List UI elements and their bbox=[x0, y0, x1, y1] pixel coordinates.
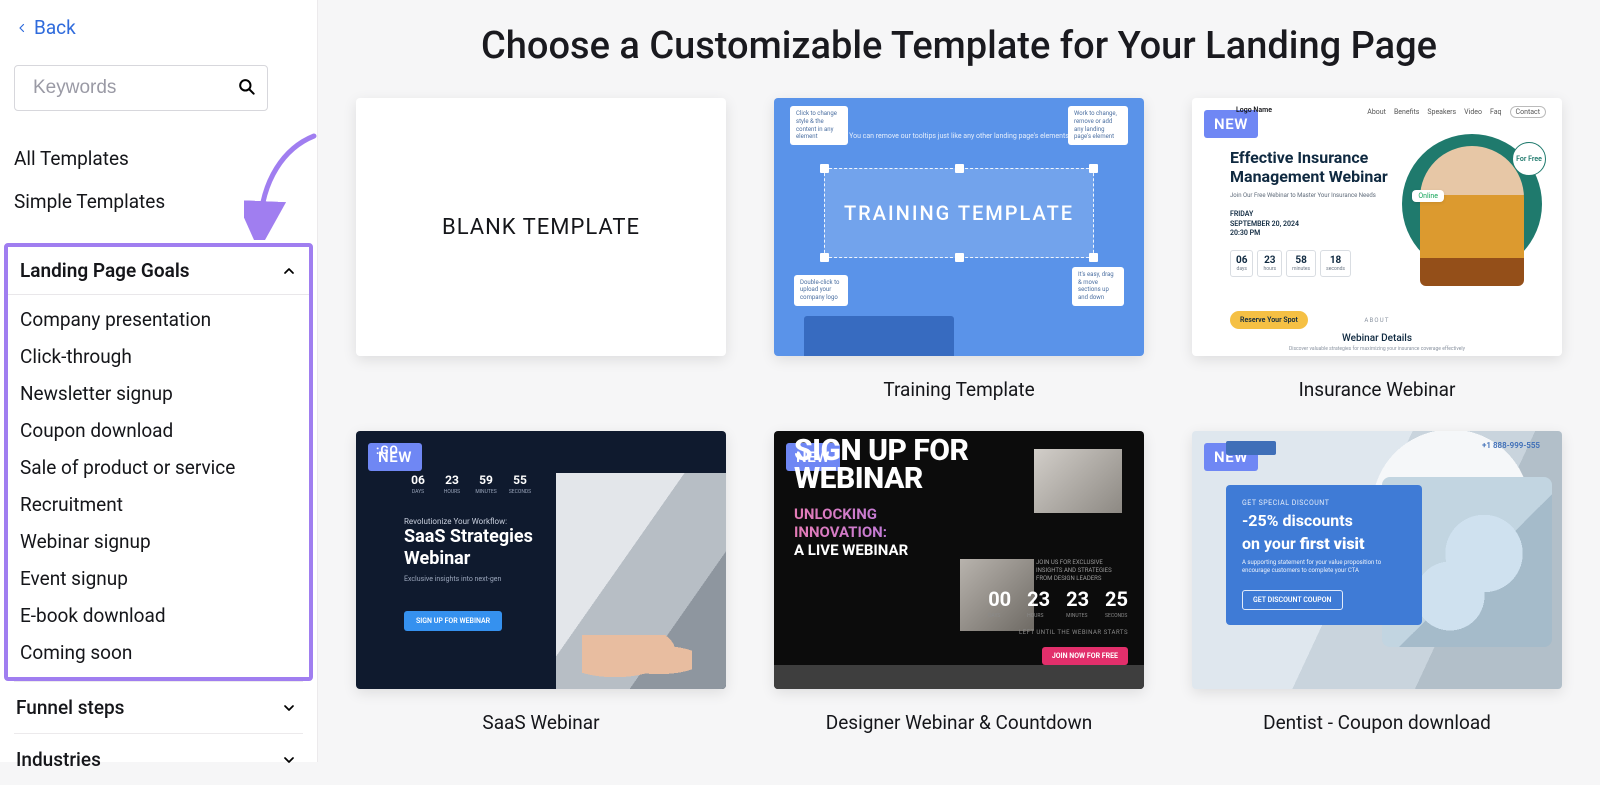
section-funnel-steps[interactable]: Funnel steps bbox=[14, 681, 303, 733]
goal-ebook-download[interactable]: E-book download bbox=[20, 597, 309, 634]
thumb-countdown: 06days 23hours 58minutes 18seconds bbox=[1230, 250, 1390, 277]
nav-simple-templates[interactable]: Simple Templates bbox=[14, 180, 303, 223]
section-landing-goals: Landing Page Goals Company presentation … bbox=[4, 243, 313, 681]
card-designer: NEW SIGN UP FOR WEBINAR UNLOCKING INNOVA… bbox=[774, 431, 1144, 734]
thumb-cta: JOIN NOW FOR FREE bbox=[1042, 647, 1128, 665]
section-title: Funnel steps bbox=[16, 696, 124, 719]
thumb-blank-label: BLANK TEMPLATE bbox=[442, 215, 640, 240]
card-training: Click to change style & the content in a… bbox=[774, 98, 1144, 401]
sidebar: Back All Templates Simple Templates Land… bbox=[0, 0, 318, 762]
search-icon bbox=[237, 77, 257, 97]
thumb-training-label: TRAINING TEMPLATE bbox=[844, 201, 1074, 225]
thumb-details: Webinar Details Discover valuable strate… bbox=[1192, 333, 1562, 352]
section-title: Industries bbox=[16, 748, 101, 771]
card-insurance: NEW Logo Name About Benefits Speakers Vi… bbox=[1192, 98, 1562, 401]
thumb-strip bbox=[774, 665, 1144, 689]
editor-toolbar bbox=[804, 316, 954, 356]
search-wrap bbox=[14, 65, 303, 111]
thumb-cta: SIGN UP FOR WEBINAR bbox=[404, 611, 502, 631]
card-saas: NEW :GO 06DAYS 23HOURS 59MINUTES 55SECON… bbox=[356, 431, 726, 734]
sidebar-nav: All Templates Simple Templates bbox=[14, 137, 303, 223]
thumb-free-badge: For Free bbox=[1512, 142, 1546, 176]
thumb-nav: About Benefits Speakers Video Faq Contac… bbox=[1242, 106, 1546, 118]
goal-webinar-signup[interactable]: Webinar signup bbox=[20, 523, 309, 560]
goal-click-through[interactable]: Click-through bbox=[20, 338, 309, 375]
goal-recruitment[interactable]: Recruitment bbox=[20, 486, 309, 523]
chevron-up-icon bbox=[281, 263, 297, 279]
thumb-copy: Effective Insurance Management Webinar J… bbox=[1230, 148, 1390, 329]
chevron-left-icon bbox=[16, 18, 28, 38]
thumb-subhead: UNLOCKING INNOVATION: A LIVE WEBINAR bbox=[794, 505, 1124, 559]
thumb-brand: :GO bbox=[376, 443, 399, 457]
thumb-designer[interactable]: NEW SIGN UP FOR WEBINAR UNLOCKING INNOVA… bbox=[774, 431, 1144, 689]
editor-hint: It's easy, drag & move sections up and d… bbox=[1072, 267, 1124, 306]
landing-goals-list: Company presentation Click-through Newsl… bbox=[8, 295, 309, 677]
chevron-down-icon bbox=[281, 700, 297, 716]
editor-hint: You can remove our tooltips just like an… bbox=[774, 132, 1144, 140]
goal-newsletter-signup[interactable]: Newsletter signup bbox=[20, 375, 309, 412]
thumb-logo bbox=[1226, 441, 1276, 455]
goal-coupon-download[interactable]: Coupon download bbox=[20, 412, 309, 449]
section-title: Landing Page Goals bbox=[20, 259, 190, 282]
thumb-offer-card: GET SPECIAL DISCOUNT -25% discounts on y… bbox=[1226, 485, 1422, 625]
editor-hint: Double-click to upload your company logo bbox=[794, 275, 848, 306]
thumb-cta: GET DISCOUNT COUPON bbox=[1242, 590, 1343, 610]
goal-event-signup[interactable]: Event signup bbox=[20, 560, 309, 597]
thumb-photo bbox=[1034, 449, 1122, 513]
card-title: Training Template bbox=[883, 378, 1034, 401]
page-title: Choose a Customizable Template for Your … bbox=[352, 24, 1566, 68]
card-title: Dentist - Coupon download bbox=[1263, 711, 1491, 734]
goal-company-presentation[interactable]: Company presentation bbox=[20, 301, 309, 338]
section-header-landing-goals[interactable]: Landing Page Goals bbox=[8, 247, 309, 295]
thumb-countdown: 00DAYS 23HOURS 23MINUTES 25SECONDS bbox=[988, 587, 1128, 619]
thumb-person bbox=[1420, 146, 1524, 286]
thumb-headline: SIGN UP FOR WEBINAR bbox=[794, 437, 1034, 492]
goal-coming-soon[interactable]: Coming soon bbox=[20, 634, 309, 671]
thumb-copy: Revolutionize Your Workflow: SaaS Strate… bbox=[404, 517, 584, 631]
card-blank: BLANK TEMPLATE bbox=[356, 98, 726, 401]
card-title: SaaS Webinar bbox=[482, 711, 599, 734]
goal-sale-product[interactable]: Sale of product or service bbox=[20, 449, 309, 486]
thumb-dentist[interactable]: NEW +1 888-999-555 GET SPECIAL DISCOUNT … bbox=[1192, 431, 1562, 689]
thumb-phone: +1 888-999-555 bbox=[1482, 441, 1540, 450]
main: Choose a Customizable Template for Your … bbox=[318, 0, 1600, 762]
thumb-training[interactable]: Click to change style & the content in a… bbox=[774, 98, 1144, 356]
card-title: Designer Webinar & Countdown bbox=[826, 711, 1093, 734]
chevron-down-icon bbox=[281, 752, 297, 768]
card-dentist: NEW +1 888-999-555 GET SPECIAL DISCOUNT … bbox=[1192, 431, 1562, 734]
nav-all-templates[interactable]: All Templates bbox=[14, 137, 303, 180]
thumb-hand bbox=[582, 635, 692, 685]
thumb-training-center: TRAINING TEMPLATE bbox=[824, 168, 1094, 258]
thumb-countdown: 06DAYS 23HOURS 59MINUTES 55SECONDS bbox=[404, 473, 534, 495]
thumb-insurance[interactable]: NEW Logo Name About Benefits Speakers Vi… bbox=[1192, 98, 1562, 356]
thumb-saas[interactable]: NEW :GO 06DAYS 23HOURS 59MINUTES 55SECON… bbox=[356, 431, 726, 689]
card-title: Insurance Webinar bbox=[1299, 378, 1456, 401]
thumb-online-tag: Online bbox=[1412, 190, 1444, 202]
search-input[interactable] bbox=[14, 65, 268, 111]
back-label: Back bbox=[34, 16, 76, 39]
section-industries[interactable]: Industries bbox=[14, 733, 303, 785]
thumb-blank[interactable]: BLANK TEMPLATE bbox=[356, 98, 726, 356]
back-button[interactable]: Back bbox=[14, 14, 78, 43]
template-grid: BLANK TEMPLATE Click to change style & t… bbox=[352, 98, 1566, 734]
